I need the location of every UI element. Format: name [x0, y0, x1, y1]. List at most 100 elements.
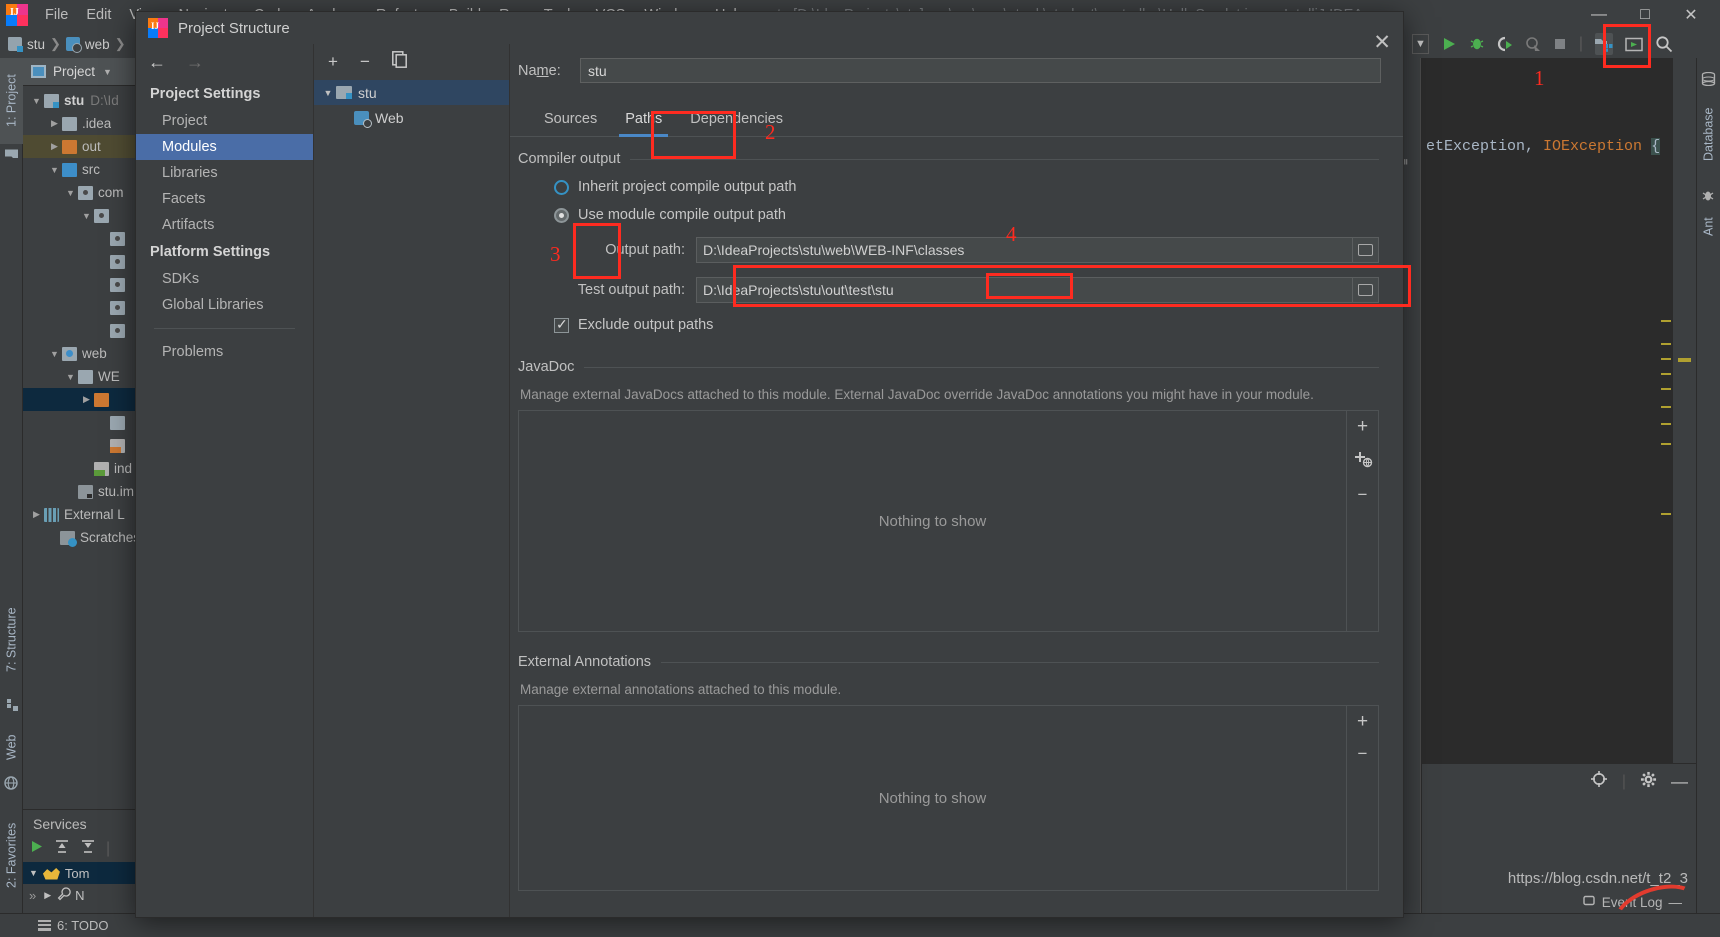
- breadcrumb-item-stu[interactable]: stu: [27, 37, 45, 52]
- menu-file[interactable]: File: [36, 3, 77, 27]
- editor-split-handle[interactable]: ⏸: [1402, 154, 1416, 170]
- run-icon[interactable]: [1441, 34, 1457, 54]
- module-name-input[interactable]: [580, 58, 1381, 83]
- tree-row[interactable]: ▶ External L: [23, 503, 135, 526]
- tree-row[interactable]: Scratches: [23, 526, 135, 549]
- sidebar-item-modules[interactable]: Modules: [136, 134, 313, 160]
- forward-arrow-icon[interactable]: →: [186, 52, 204, 73]
- tree-row[interactable]: [23, 273, 135, 296]
- gear-icon[interactable]: [1640, 771, 1657, 793]
- locate-icon[interactable]: [1590, 770, 1608, 793]
- tree-row[interactable]: ind: [23, 457, 135, 480]
- sidebar-item-problems[interactable]: Problems: [136, 339, 313, 365]
- external-annotations-remove-button[interactable]: −: [1358, 745, 1368, 762]
- minimize-button[interactable]: —: [1576, 0, 1622, 30]
- use-module-output-radio[interactable]: [554, 207, 569, 223]
- tree-twisty[interactable]: ▶: [47, 141, 62, 152]
- module-row-stu[interactable]: ▼ stu: [314, 80, 509, 105]
- menu-edit[interactable]: Edit: [77, 3, 120, 27]
- sidebar-item-database[interactable]: Database: [1697, 94, 1720, 174]
- tab-paths[interactable]: Paths: [611, 111, 676, 137]
- expand-all-icon[interactable]: [54, 839, 70, 859]
- tree-row[interactable]: [23, 319, 135, 342]
- sidebar-item-libraries[interactable]: Libraries: [136, 160, 313, 186]
- javadoc-empty-message[interactable]: Nothing to show: [518, 410, 1347, 632]
- tree-row[interactable]: ▼: [23, 204, 135, 227]
- copy-module-button[interactable]: [391, 51, 408, 73]
- breadcrumb-item-web[interactable]: web: [85, 37, 110, 52]
- tree-row[interactable]: [23, 411, 135, 434]
- test-output-path-input[interactable]: D:\IdeaProjects\stu\out\test\stu: [696, 277, 1353, 303]
- tree-twisty[interactable]: ▶: [29, 509, 44, 520]
- stop-icon[interactable]: [1553, 34, 1567, 54]
- project-structure-icon[interactable]: [1595, 33, 1613, 55]
- tab-dependencies[interactable]: Dependencies: [676, 111, 797, 136]
- inherit-output-radio-row[interactable]: Inherit project compile output path: [554, 179, 1379, 195]
- services-run-icon[interactable]: [29, 839, 44, 859]
- minimize-panel-icon[interactable]: —: [1671, 772, 1688, 792]
- output-path-browse-button[interactable]: [1353, 237, 1379, 263]
- project-tree[interactable]: ▼ stu D:\Id ▶ .idea ▶ out ▼ src ▼ com ▼ …: [23, 86, 135, 549]
- sidebar-item-project[interactable]: 1: Project: [0, 58, 23, 144]
- sidebar-item-favorites[interactable]: 2: Favorites: [0, 803, 23, 907]
- sidebar-item-sdks[interactable]: SDKs: [136, 266, 313, 292]
- run-anything-icon[interactable]: [1625, 34, 1643, 54]
- tree-row[interactable]: ▶: [23, 388, 135, 411]
- tree-twisty[interactable]: ▶: [44, 890, 51, 901]
- external-annotations-empty-message[interactable]: Nothing to show: [518, 705, 1347, 891]
- tree-twisty[interactable]: ▼: [47, 349, 62, 359]
- debug-icon[interactable]: [1469, 34, 1485, 54]
- tree-row[interactable]: [23, 250, 135, 273]
- add-module-button[interactable]: +: [328, 52, 338, 72]
- project-tool-header[interactable]: Project ▼: [23, 58, 135, 86]
- tree-row[interactable]: ▶ out: [23, 135, 135, 158]
- chevron-down-icon[interactable]: ▼: [103, 67, 112, 77]
- remove-module-button[interactable]: −: [360, 52, 370, 72]
- run-coverage-icon[interactable]: [1497, 34, 1513, 54]
- sidebar-item-ant[interactable]: Ant: [1697, 208, 1720, 246]
- tree-twisty[interactable]: ▼: [47, 165, 62, 175]
- services-row-tomcat[interactable]: ▼ Tom: [23, 862, 135, 884]
- sidebar-item-artifacts[interactable]: Artifacts: [136, 212, 313, 238]
- maximize-button[interactable]: □: [1622, 0, 1668, 30]
- tree-twisty[interactable]: ▼: [63, 188, 78, 198]
- tree-twisty[interactable]: ▼: [63, 372, 78, 382]
- tree-row[interactable]: ▼ WE: [23, 365, 135, 388]
- tree-row[interactable]: ▼ web: [23, 342, 135, 365]
- inherit-output-radio[interactable]: [554, 179, 569, 195]
- javadoc-add-button[interactable]: +: [1357, 417, 1368, 436]
- collapse-all-icon[interactable]: [80, 839, 96, 859]
- tree-twisty[interactable]: ▶: [79, 394, 94, 405]
- overflow-button[interactable]: »: [29, 888, 36, 903]
- sidebar-item-global-libraries[interactable]: Global Libraries: [136, 292, 313, 318]
- tree-twisty[interactable]: ▼: [29, 868, 38, 878]
- profiler-icon[interactable]: [1525, 34, 1541, 54]
- sidebar-item-project[interactable]: Project: [136, 108, 313, 134]
- tree-twisty[interactable]: ▶: [47, 118, 62, 129]
- tree-row[interactable]: ▼ src: [23, 158, 135, 181]
- tree-row[interactable]: [23, 296, 135, 319]
- tree-row[interactable]: ▼ com: [23, 181, 135, 204]
- tree-row[interactable]: [23, 227, 135, 250]
- exclude-output-paths-row[interactable]: Exclude output paths: [554, 316, 1379, 333]
- test-output-path-browse-button[interactable]: [1353, 277, 1379, 303]
- tab-sources[interactable]: Sources: [530, 111, 611, 136]
- tree-twisty[interactable]: ▼: [320, 88, 336, 98]
- tree-row[interactable]: [23, 434, 135, 457]
- services-row-child[interactable]: » ▶ N: [23, 884, 135, 906]
- close-button[interactable]: ✕: [1668, 0, 1714, 30]
- search-icon[interactable]: [1655, 34, 1673, 54]
- run-config-caret-icon[interactable]: ▼: [1412, 34, 1429, 54]
- javadoc-remove-button[interactable]: −: [1358, 486, 1368, 503]
- tree-row[interactable]: ▶ .idea: [23, 112, 135, 135]
- module-row-web[interactable]: Web: [314, 105, 509, 130]
- sidebar-item-facets[interactable]: Facets: [136, 186, 313, 212]
- use-module-output-radio-row[interactable]: Use module compile output path: [554, 207, 1379, 223]
- tree-row[interactable]: ▼ stu D:\Id: [23, 89, 135, 112]
- tree-twisty[interactable]: ▼: [79, 211, 94, 221]
- status-todo[interactable]: 6: TODO: [38, 918, 109, 933]
- sidebar-item-web[interactable]: Web: [0, 722, 23, 772]
- javadoc-add-url-button[interactable]: [1353, 450, 1373, 472]
- back-arrow-icon[interactable]: ←: [148, 52, 166, 73]
- tree-row[interactable]: stu.im: [23, 480, 135, 503]
